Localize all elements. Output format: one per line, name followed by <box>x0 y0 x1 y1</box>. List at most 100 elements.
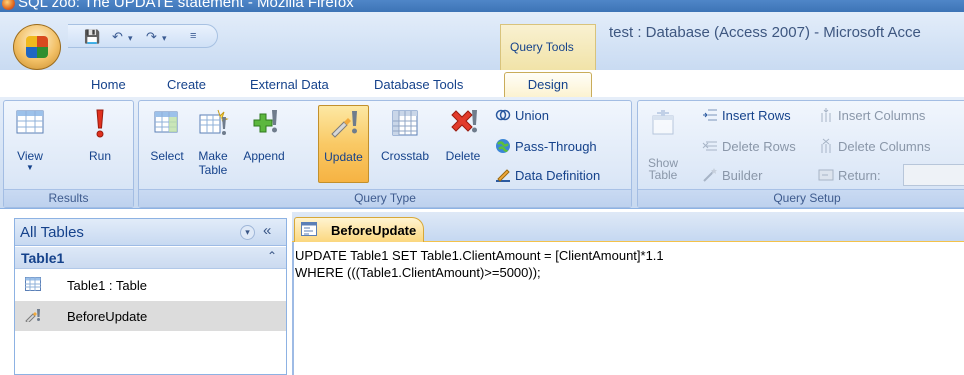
undo-icon[interactable]: ↶ <box>112 29 123 45</box>
select-button[interactable]: Select <box>147 105 187 183</box>
insert-rows-icon <box>703 109 717 121</box>
delete-rows-label: Delete Rows <box>722 139 796 154</box>
document-tab-label: BeforeUpdate <box>331 223 417 238</box>
nav-item-beforeupdate[interactable]: BeforeUpdate <box>15 301 286 331</box>
view-dropdown-icon: ▼ <box>26 163 34 172</box>
sql-view-icon <box>301 222 317 236</box>
query-setup-group-label: Query Setup <box>638 189 964 207</box>
insert-columns-icon <box>821 108 831 122</box>
group-query-setup: Show Table Insert Rows Delete Rows Build… <box>637 100 964 208</box>
view-button[interactable]: View ▼ <box>10 105 50 183</box>
builder-button[interactable]: Builder <box>702 167 762 187</box>
union-button[interactable]: Union <box>495 107 549 127</box>
update-label: Update <box>324 150 363 164</box>
pass-through-label: Pass-Through <box>515 139 597 154</box>
tab-create[interactable]: Create <box>167 77 206 92</box>
builder-wand-icon <box>703 168 717 182</box>
redo-dropdown-icon[interactable]: ▾ <box>162 33 167 44</box>
update-button[interactable]: Update <box>318 105 369 183</box>
tab-home[interactable]: Home <box>91 77 126 92</box>
union-icon <box>495 109 511 121</box>
nav-item-label: Table1 : Table <box>67 278 147 293</box>
select-query-icon <box>154 111 178 133</box>
append-button[interactable]: Append <box>238 105 290 183</box>
update-query-icon <box>330 111 357 138</box>
sql-line: WHERE (((Table1.ClientAmount)>=5000)); <box>295 265 541 280</box>
document-tab-bar: BeforeUpdate <box>292 212 964 242</box>
sql-line: UPDATE Table1 SET Table1.ClientAmount = … <box>295 248 664 263</box>
show-table-label: Show Table <box>647 156 679 182</box>
view-label: View <box>17 149 43 163</box>
delete-rows-icon <box>702 141 717 151</box>
data-definition-label: Data Definition <box>515 168 601 183</box>
make-table-label: Make Table <box>198 149 228 177</box>
customize-qat-icon[interactable]: ≡ <box>190 30 196 42</box>
nav-title: All Tables <box>20 224 84 241</box>
delete-columns-button[interactable]: Delete Columns <box>818 138 931 158</box>
datasheet-view-icon <box>16 110 44 134</box>
query-document: BeforeUpdate UPDATE Table1 SET Table1.Cl… <box>292 212 964 375</box>
undo-dropdown-icon[interactable]: ▾ <box>128 33 133 44</box>
update-query-small-icon <box>25 309 40 322</box>
delete-rows-button[interactable]: Delete Rows <box>702 138 796 158</box>
redo-icon[interactable]: ↷ <box>146 29 157 45</box>
delete-button[interactable]: Delete <box>438 105 488 183</box>
run-label: Run <box>88 149 111 163</box>
insert-columns-label: Insert Columns <box>838 108 926 123</box>
return-input[interactable] <box>903 164 964 186</box>
quick-access-toolbar: 💾 ↶ ▾ ↷ ▾ ≡ <box>68 24 218 48</box>
globe-icon <box>496 139 510 153</box>
query-type-group-label: Query Type <box>139 189 631 207</box>
nav-group-header[interactable]: Table1 ⌃ <box>15 247 286 269</box>
union-label: Union <box>515 108 549 123</box>
delete-label: Delete <box>445 149 481 163</box>
select-label: Select <box>150 149 184 163</box>
firefox-icon <box>2 0 15 10</box>
make-table-icon <box>199 109 229 135</box>
nav-dropdown-icon[interactable]: ▾ <box>240 225 255 240</box>
tab-design[interactable]: Design <box>504 72 592 98</box>
crosstab-button[interactable]: Crosstab <box>374 105 436 183</box>
data-definition-icon <box>496 169 510 182</box>
group-query-type: Select Make Table Append Update Crosstab… <box>138 100 632 208</box>
builder-label: Builder <box>722 168 763 183</box>
insert-columns-button[interactable]: Insert Columns <box>818 107 925 127</box>
delete-columns-label: Delete Columns <box>838 139 931 154</box>
append-query-icon <box>253 110 277 133</box>
crosstab-label: Crosstab <box>380 149 430 163</box>
query-tools-label: Query Tools <box>510 40 574 54</box>
save-icon[interactable]: 💾 <box>84 29 100 45</box>
return-icon <box>818 169 834 181</box>
browser-title: SQL zoo: The UPDATE statement - Mozilla … <box>18 0 354 11</box>
nav-header[interactable]: All Tables ▾ « <box>15 219 286 246</box>
show-table-button[interactable]: Show Table <box>644 105 682 183</box>
sql-editor[interactable]: UPDATE Table1 SET Table1.ClientAmount = … <box>295 247 955 281</box>
nav-item-label: BeforeUpdate <box>67 309 148 324</box>
delete-query-icon <box>451 110 477 133</box>
append-label: Append <box>243 149 285 163</box>
return-label: Return: <box>838 168 881 183</box>
tab-database-tools[interactable]: Database Tools <box>374 77 463 92</box>
results-group-label: Results <box>4 189 133 207</box>
browser-title-bar: SQL zoo: The UPDATE statement - Mozilla … <box>0 0 964 12</box>
office-button[interactable] <box>13 24 61 70</box>
insert-rows-label: Insert Rows <box>722 108 791 123</box>
pass-through-button[interactable]: Pass-Through <box>495 138 597 158</box>
navigation-pane: All Tables ▾ « Table1 ⌃ Table1 : Table B… <box>14 218 287 375</box>
run-button[interactable]: Run <box>80 105 120 183</box>
nav-item-table1[interactable]: Table1 : Table <box>15 270 286 300</box>
shutter-bar-close-icon[interactable]: « <box>263 222 271 239</box>
make-table-button[interactable]: Make Table <box>191 105 235 183</box>
tab-external-data[interactable]: External Data <box>250 77 329 92</box>
show-table-icon <box>652 110 674 135</box>
data-definition-button[interactable]: Data Definition <box>495 167 600 187</box>
collapse-group-icon[interactable]: ⌃ <box>267 249 277 263</box>
query-tools-context: Query Tools <box>500 24 596 70</box>
insert-rows-button[interactable]: Insert Rows <box>702 107 791 127</box>
crosstab-query-icon <box>392 110 418 136</box>
delete-columns-icon <box>821 138 831 153</box>
document-tab-beforeupdate[interactable]: BeforeUpdate <box>294 217 424 242</box>
run-exclamation-icon <box>96 109 104 138</box>
return-control: Return: <box>818 167 881 187</box>
table-icon <box>25 277 41 291</box>
